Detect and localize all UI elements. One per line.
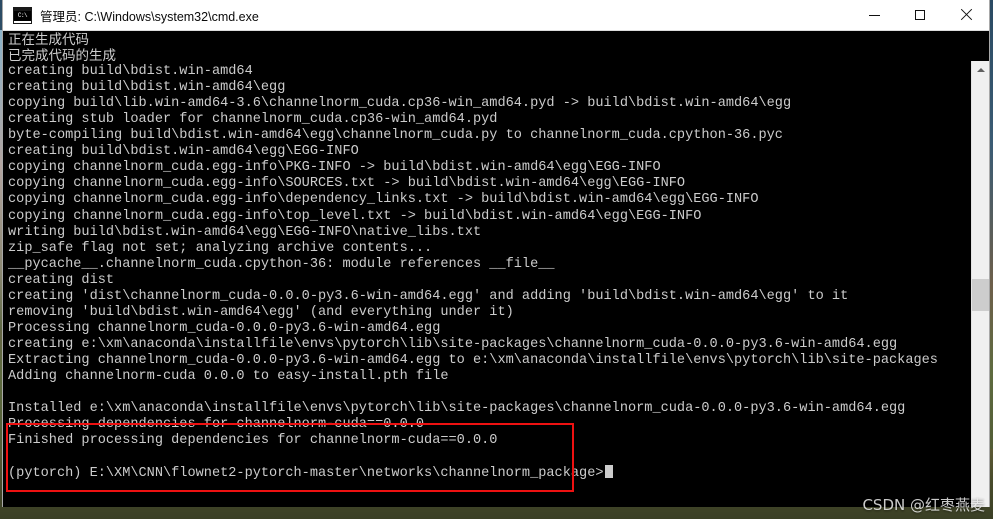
console-line: copying channelnorm_cuda.egg-info\SOURCE… bbox=[8, 176, 686, 192]
console-line: Processing dependencies for channelnorm-… bbox=[8, 417, 425, 433]
maximize-button[interactable] bbox=[897, 0, 943, 30]
console-line: byte-compiling build\bdist.win-amd64\egg… bbox=[8, 128, 783, 144]
console-line: copying channelnorm_cuda.egg-info\top_le… bbox=[8, 208, 702, 224]
window-title-text: 管理员: C:\Windows\system32\cmd.exe bbox=[40, 9, 259, 24]
console-line: zip_safe flag not set; analyzing archive… bbox=[8, 240, 433, 256]
scroll-up-button[interactable] bbox=[972, 61, 989, 78]
minimize-button[interactable] bbox=[851, 0, 897, 30]
window-controls bbox=[851, 0, 989, 30]
chevron-up-icon bbox=[976, 67, 985, 72]
console-line: copying channelnorm_cuda.egg-info\PKG-IN… bbox=[8, 160, 661, 176]
console-line: Processing channelnorm_cuda-0.0.0-py3.6-… bbox=[8, 320, 441, 336]
close-button[interactable] bbox=[943, 0, 989, 30]
console-line: creating build\bdist.win-amd64 bbox=[8, 64, 253, 80]
cmd-app-icon-label: C:\ bbox=[14, 10, 31, 21]
console-text-buffer: 正在生成代码 已完成代码的生成 creating build\bdist.win-a… bbox=[8, 32, 960, 481]
console-prompt-text: (pytorch) E:\XM\CNN\flownet2-pytorch-mas… bbox=[8, 466, 604, 482]
console-line: Installed e:\xm\anaconda\installfile\env… bbox=[8, 401, 906, 417]
window-title-bar[interactable]: C:\ 管理员: C:\Windows\system32\cmd.exe bbox=[3, 0, 989, 31]
cmd-app-icon: C:\ bbox=[13, 6, 32, 24]
console-line: creating e:\xm\anaconda\installfile\envs… bbox=[8, 336, 898, 352]
console-cursor bbox=[604, 465, 613, 479]
console-line: Adding channelnorm-cuda 0.0.0 to easy-in… bbox=[8, 368, 449, 384]
console-line: Finished processing dependencies for cha… bbox=[8, 433, 498, 449]
console-output-area[interactable]: 正在生成代码 已完成代码的生成 creating build\bdist.win-a… bbox=[3, 31, 989, 507]
console-line: writing build\bdist.win-amd64\egg\EGG-IN… bbox=[8, 224, 482, 240]
console-prompt-line[interactable]: (pytorch) E:\XM\CNN\flownet2-pytorch-mas… bbox=[8, 465, 960, 481]
console-line: removing 'build\bdist.win-amd64\egg' (an… bbox=[8, 304, 514, 320]
maximize-icon bbox=[915, 10, 925, 20]
console-line: creating stub loader for channelnorm_cud… bbox=[8, 112, 498, 128]
csdn-watermark: CSDN @红枣燕麦 bbox=[862, 496, 985, 514]
cmd-console-window: C:\ 管理员: C:\Windows\system32\cmd.exe 正在生… bbox=[3, 0, 989, 507]
console-line: 已完成代码的生成 bbox=[8, 48, 116, 65]
console-line: creating build\bdist.win-amd64\egg\EGG-I… bbox=[8, 144, 359, 160]
console-line: __pycache__.channelnorm_cuda.cpython-36:… bbox=[8, 256, 555, 272]
console-line: copying build\lib.win-amd64-3.6\channeln… bbox=[8, 96, 792, 112]
close-icon bbox=[960, 9, 972, 21]
scrollbar-thumb[interactable] bbox=[972, 279, 989, 311]
console-line: creating 'dist\channelnorm_cuda-0.0.0-py… bbox=[8, 288, 849, 304]
console-line: creating dist bbox=[8, 272, 115, 288]
console-scrollbar[interactable] bbox=[971, 61, 989, 507]
console-line: copying channelnorm_cuda.egg-info\depend… bbox=[8, 192, 759, 208]
console-line: Extracting channelnorm_cuda-0.0.0-py3.6-… bbox=[8, 352, 938, 368]
console-line: 正在生成代码 bbox=[8, 32, 89, 48]
console-line: creating build\bdist.win-amd64\egg bbox=[8, 80, 286, 96]
minimize-icon bbox=[868, 14, 880, 16]
